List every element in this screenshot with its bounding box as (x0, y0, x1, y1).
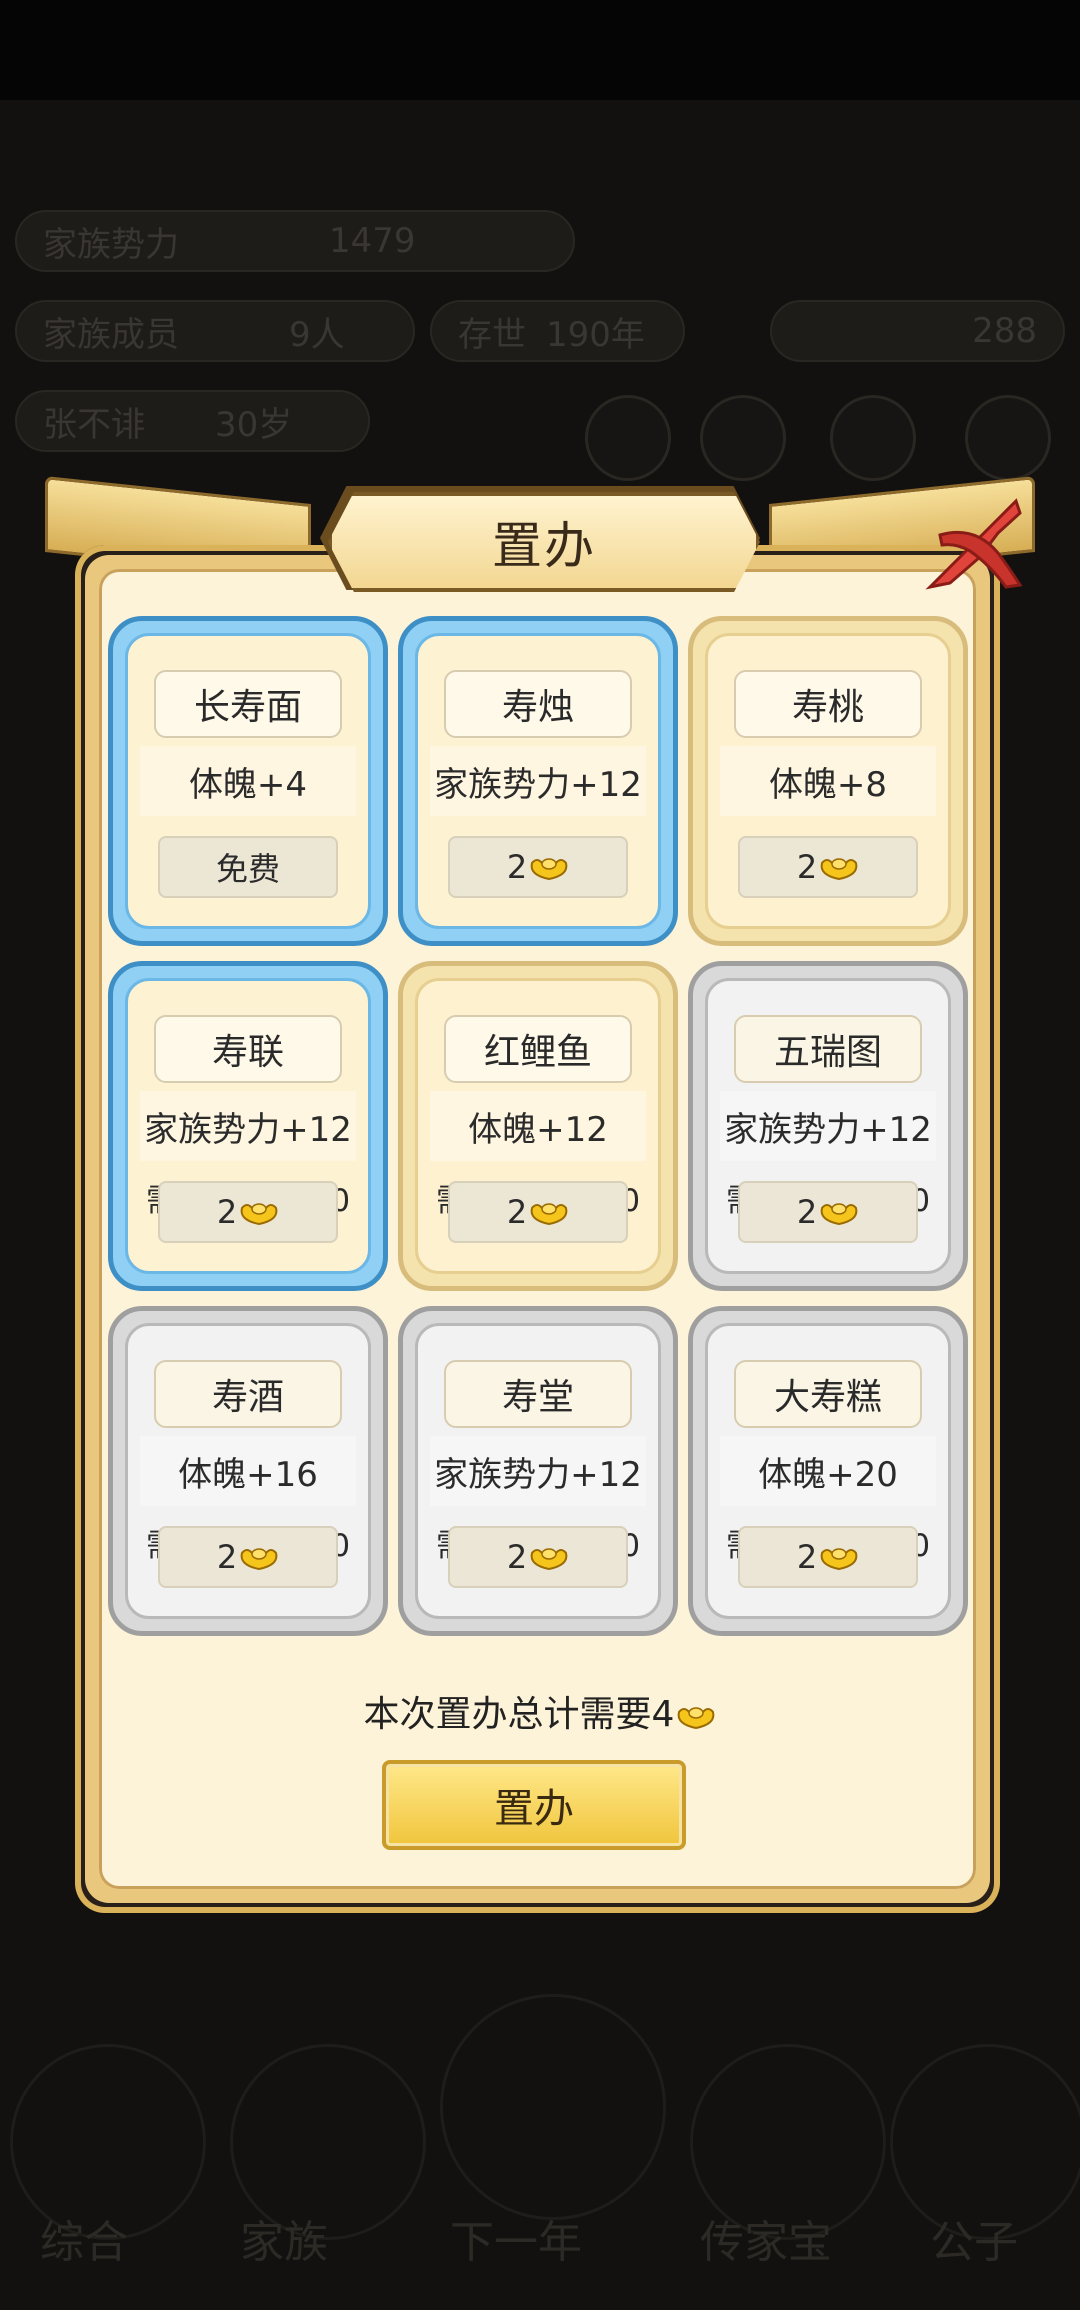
item-price-value: 免费 (215, 850, 280, 888)
item-name: 寿酒 (154, 1360, 342, 1428)
item-name: 寿烛 (444, 670, 632, 738)
nav-label: 家族 (240, 2217, 328, 2268)
bg-exist-label: 存世 (458, 314, 526, 355)
bg-members-value: 9人 (289, 314, 345, 355)
item-price-value: 2 (506, 1538, 528, 1576)
gold-ingot-icon (820, 1548, 858, 1571)
item-card-inner: 大寿糕体魄+20需体魄>=3502 (705, 1323, 951, 1619)
dialog-title-plate: 置办 (328, 492, 760, 592)
item-price: 免费 (158, 836, 338, 898)
status-bar (0, 0, 1080, 100)
total-cost-text: 本次置办总计需要4 (0, 1685, 1080, 1737)
item-price-value: 2 (506, 848, 528, 886)
item-price: 2 (158, 1526, 338, 1588)
bg-exist-value: 190年 (546, 314, 645, 355)
item-card[interactable]: 五瑞图家族势力+12需天资>=2002 (688, 961, 968, 1291)
confirm-purchase-button[interactable]: 置办 (382, 1760, 686, 1850)
gold-ingot-icon (530, 1548, 568, 1571)
bg-power-label: 家族势力 (43, 224, 179, 265)
bg-circle-icon (830, 395, 916, 481)
close-button[interactable] (920, 495, 1030, 595)
item-price: 2 (448, 1526, 628, 1588)
item-effect: 体魄+8 (720, 746, 936, 816)
item-price: 2 (448, 1181, 628, 1243)
item-card[interactable]: 红鲤鱼体魄+12需品行>=1502 (398, 961, 678, 1291)
gold-ingot-icon (530, 1203, 568, 1226)
gold-ingot-icon (240, 1548, 278, 1571)
item-name: 大寿糕 (734, 1360, 922, 1428)
item-effect: 家族势力+12 (140, 1091, 356, 1161)
item-name: 红鲤鱼 (444, 1015, 632, 1083)
item-name: 五瑞图 (734, 1015, 922, 1083)
confirm-label: 置办 (494, 1786, 574, 1832)
item-card[interactable]: 寿桃体魄+8 2 (688, 616, 968, 946)
close-x-icon (925, 498, 1023, 590)
bg-exist-pill: 存世 190年 (430, 300, 685, 362)
item-price: 2 (158, 1181, 338, 1243)
item-name: 长寿面 (154, 670, 342, 738)
bg-person-pill: 张不诽 30岁 (15, 390, 370, 452)
nav-label: 综合 (40, 2217, 128, 2268)
item-name: 寿桃 (734, 670, 922, 738)
item-name: 寿联 (154, 1015, 342, 1083)
gold-ingot-icon (240, 1203, 278, 1226)
bg-person-age: 30岁 (215, 404, 293, 445)
item-card[interactable]: 寿酒体魄+16需武艺>=2502 (108, 1306, 388, 1636)
item-card-inner: 寿烛家族势力+12 2 (415, 633, 661, 929)
item-card[interactable]: 大寿糕体魄+20需体魄>=3502 (688, 1306, 968, 1636)
dialog-title: 置办 (492, 517, 596, 575)
item-card[interactable]: 寿烛家族势力+12 2 (398, 616, 678, 946)
bg-power-value: 1479 (329, 221, 416, 261)
bg-circle-icon (965, 395, 1051, 481)
item-card[interactable]: 寿联家族势力+12需文才>=1002 (108, 961, 388, 1291)
gold-ingot-icon (820, 858, 858, 881)
item-card-inner: 长寿面体魄+4 免费 (125, 633, 371, 929)
bg-gold-pill: 288 (770, 300, 1065, 362)
item-card-inner: 寿堂家族势力+12需谋略>=3002 (415, 1323, 661, 1619)
gold-ingot-icon (820, 1203, 858, 1226)
item-effect: 体魄+12 (430, 1091, 646, 1161)
item-price: 2 (448, 836, 628, 898)
item-price-value: 2 (796, 1193, 818, 1231)
item-effect: 家族势力+12 (430, 746, 646, 816)
item-price: 2 (738, 836, 918, 898)
item-price: 2 (738, 1526, 918, 1588)
item-effect: 体魄+20 (720, 1436, 936, 1506)
nav-button-bg (440, 1994, 666, 2220)
item-card-inner: 寿联家族势力+12需文才>=1002 (125, 978, 371, 1274)
item-price-value: 2 (506, 1193, 528, 1231)
item-card[interactable]: 寿堂家族势力+12需谋略>=3002 (398, 1306, 678, 1636)
bg-power-pill: 家族势力 1479 (15, 210, 575, 272)
bg-person-name: 张不诽 (43, 404, 145, 445)
total-cost-label: 本次置办总计需要4 (363, 1694, 675, 1735)
nav-label: 传家宝 (700, 2217, 832, 2268)
item-card-inner: 五瑞图家族势力+12需天资>=2002 (705, 978, 951, 1274)
item-price-value: 2 (216, 1538, 238, 1576)
bg-circle-icon (585, 395, 671, 481)
item-effect: 家族势力+12 (720, 1091, 936, 1161)
bg-members-label: 家族成员 (43, 314, 179, 355)
gold-ingot-icon (530, 858, 568, 881)
item-card[interactable]: 长寿面体魄+4 免费 (108, 616, 388, 946)
item-price-value: 2 (216, 1193, 238, 1231)
item-card-inner: 寿酒体魄+16需武艺>=2502 (125, 1323, 371, 1619)
gold-ingot-icon (678, 1707, 715, 1730)
bg-circle-icon (700, 395, 786, 481)
item-card-inner: 红鲤鱼体魄+12需品行>=1502 (415, 978, 661, 1274)
item-name: 寿堂 (444, 1360, 632, 1428)
item-price-value: 2 (796, 1538, 818, 1576)
item-effect: 体魄+16 (140, 1436, 356, 1506)
item-card-inner: 寿桃体魄+8 2 (705, 633, 951, 929)
item-price-value: 2 (796, 848, 818, 886)
bg-gold-value: 288 (972, 311, 1037, 351)
item-effect: 体魄+4 (140, 746, 356, 816)
item-price: 2 (738, 1181, 918, 1243)
nav-label: 下一年 (450, 2217, 582, 2268)
nav-label: 公子 (930, 2217, 1018, 2268)
bg-members-pill: 家族成员 9人 (15, 300, 415, 362)
item-effect: 家族势力+12 (430, 1436, 646, 1506)
